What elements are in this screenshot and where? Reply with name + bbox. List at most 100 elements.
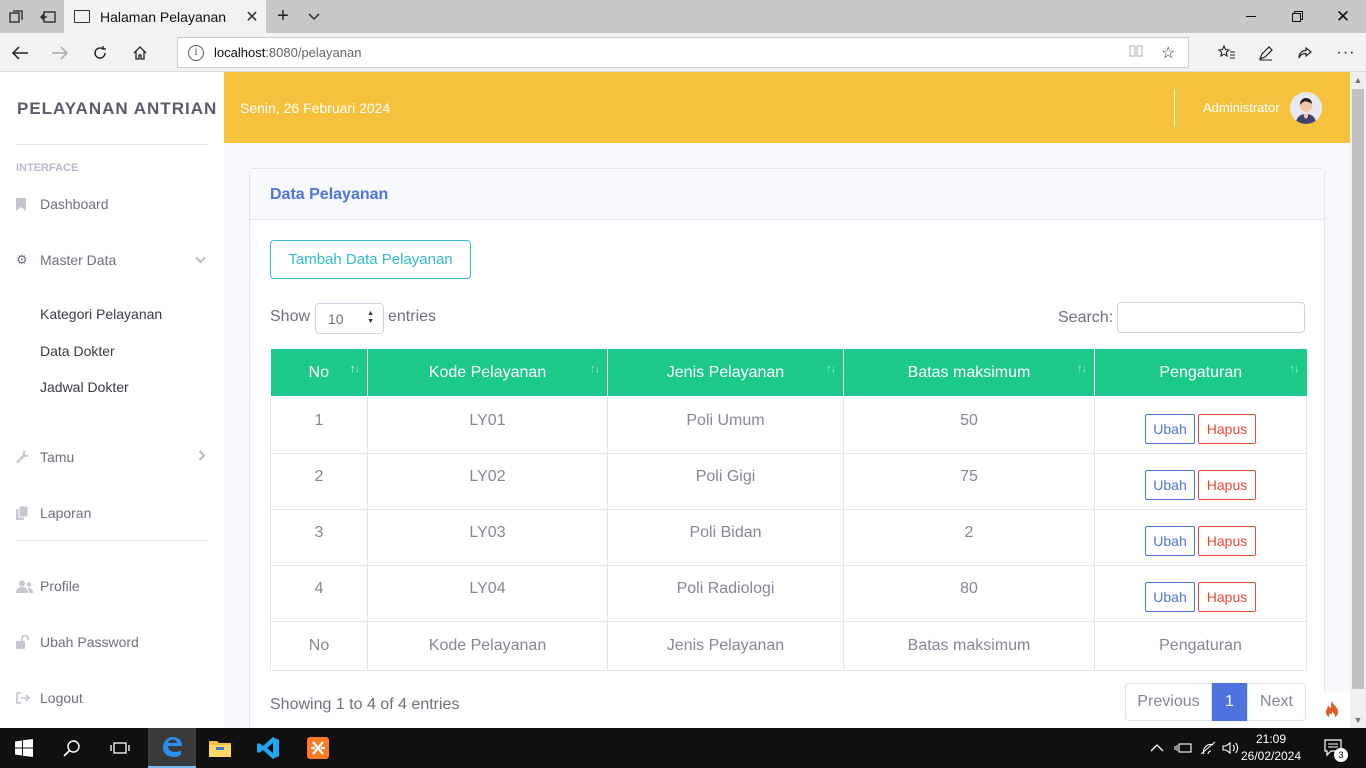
data-card: Data Pelayanan Tambah Data Pelayanan Sho…: [249, 168, 1325, 748]
edit-button[interactable]: Ubah: [1145, 526, 1195, 556]
sidebar-item-master-data[interactable]: ⚙ Master Data: [16, 248, 208, 272]
reading-view-icon[interactable]: [1128, 43, 1144, 64]
cell-actions: Ubah Hapus: [1094, 508, 1307, 566]
delete-button[interactable]: Hapus: [1198, 582, 1256, 612]
home-icon[interactable]: [120, 33, 160, 72]
scroll-down-icon[interactable]: ▼: [1350, 712, 1366, 728]
vscode-icon[interactable]: [244, 728, 292, 768]
favorites-icon[interactable]: [1207, 33, 1247, 72]
page-1-button[interactable]: 1: [1212, 683, 1247, 721]
pelayanan-table: No ↑↓ Kode Pelayanan ↑↓ Jenis Pelayanan ↑↓ …: [270, 349, 1307, 671]
cell-jenis: Poli Gigi: [607, 452, 844, 510]
edit-button[interactable]: Ubah: [1145, 470, 1195, 500]
sidebar-subitem-jadwal[interactable]: Jadwal Dokter: [40, 379, 129, 395]
sidebar-item-laporan[interactable]: Laporan: [16, 501, 208, 525]
sidebar: PELAYANAN ANTRIAN INTERFACE Dashboard ⚙ …: [0, 72, 224, 728]
table-row: 2 LY02 Poli Gigi 75 Ubah Hapus: [270, 452, 1307, 510]
sidebar-item-label: Master Data: [40, 252, 117, 268]
site-info-icon[interactable]: i: [188, 44, 204, 61]
tab-actions-icon[interactable]: [0, 0, 32, 33]
address-input[interactable]: i localhost:8080/pelayanan ☆: [177, 37, 1189, 68]
tab-list-chevron-icon[interactable]: [298, 0, 330, 33]
tab-active[interactable]: Halaman Pelayanan ✕: [64, 0, 266, 33]
scrollbar-thumb[interactable]: [1352, 89, 1364, 689]
sidebar-item-logout[interactable]: Logout: [16, 686, 208, 710]
sort-icon: ↑↓: [1077, 363, 1087, 375]
share-icon[interactable]: [1285, 33, 1325, 72]
sidebar-item-ubah-password[interactable]: Ubah Password: [16, 630, 208, 654]
cell-actions: Ubah Hapus: [1094, 396, 1307, 454]
edit-button[interactable]: Ubah: [1145, 414, 1195, 445]
column-header-jenis[interactable]: Jenis Pelayanan ↑↓: [607, 349, 844, 398]
user-name[interactable]: Administrator: [1203, 100, 1280, 115]
sidebar-item-tamu[interactable]: Tamu: [16, 445, 208, 469]
header-label: Jenis Pelayanan: [666, 363, 785, 381]
column-header-batas[interactable]: Batas maksimum ↑↓: [843, 349, 1095, 398]
show-label: Show: [270, 308, 311, 325]
web-note-icon[interactable]: [1246, 33, 1286, 72]
edit-button[interactable]: Ubah: [1145, 582, 1195, 612]
task-view-icon[interactable]: [96, 728, 144, 768]
delete-button[interactable]: Hapus: [1198, 470, 1256, 500]
search-icon[interactable]: [48, 728, 96, 768]
set-tabs-aside-icon[interactable]: [32, 0, 64, 33]
sort-icon: ↑↓: [1289, 363, 1300, 375]
card-header: Data Pelayanan: [250, 169, 1324, 220]
entries-label: entries: [388, 308, 437, 325]
file-explorer-icon[interactable]: [196, 728, 244, 768]
sidebar-item-label: Dashboard: [40, 196, 109, 212]
footer-batas: Batas maksimum: [843, 620, 1095, 671]
refresh-icon[interactable]: [80, 33, 120, 72]
minimize-icon[interactable]: [1228, 0, 1274, 33]
delete-button[interactable]: Hapus: [1198, 526, 1256, 556]
search-input[interactable]: [1117, 302, 1305, 333]
edge-browser-icon[interactable]: [148, 728, 196, 768]
avatar[interactable]: [1290, 92, 1322, 124]
page-length-select[interactable]: 10 ▲ ▼: [315, 303, 384, 334]
taskbar-clock[interactable]: 21:09 26/02/2024: [1232, 731, 1310, 765]
battery-icon[interactable]: [1174, 728, 1192, 768]
sidebar-subitem-dokter[interactable]: Data Dokter: [40, 343, 115, 359]
column-header-no[interactable]: No ↑↓: [270, 349, 368, 398]
close-tab-icon[interactable]: ✕: [238, 7, 266, 27]
sidebar-item-dashboard[interactable]: Dashboard: [16, 192, 208, 216]
start-windows-icon[interactable]: [0, 728, 48, 768]
sidebar-divider: [16, 540, 208, 541]
next-page-button[interactable]: Next: [1247, 683, 1306, 721]
show-hidden-icons-icon[interactable]: [1150, 728, 1164, 768]
search-label: Search:: [1058, 309, 1114, 326]
delete-button[interactable]: Hapus: [1198, 414, 1256, 445]
sidebar-item-label: Tamu: [40, 449, 75, 465]
column-header-kode[interactable]: Kode Pelayanan ↑↓: [367, 349, 608, 398]
forward-icon[interactable]: [40, 33, 80, 72]
users-icon: [16, 580, 34, 593]
more-menu-icon[interactable]: ···: [1326, 33, 1366, 72]
scroll-up-icon[interactable]: ▲: [1350, 72, 1366, 88]
add-pelayanan-button[interactable]: Tambah Data Pelayanan: [270, 240, 471, 279]
wifi-icon[interactable]: [1200, 728, 1216, 768]
restore-icon[interactable]: [1274, 0, 1320, 33]
table-info: Showing 1 to 4 of 4 entries: [270, 696, 460, 713]
notification-center-icon[interactable]: 3: [1324, 728, 1348, 768]
xampp-icon[interactable]: [294, 728, 342, 768]
column-header-pengaturan[interactable]: Pengaturan ↑↓: [1094, 349, 1307, 398]
back-icon[interactable]: [0, 33, 40, 72]
sidebar-brand[interactable]: PELAYANAN ANTRIAN: [17, 99, 217, 119]
favorite-star-icon[interactable]: ☆: [1161, 43, 1175, 63]
close-window-icon[interactable]: ✕: [1320, 0, 1366, 33]
sidebar-subitem-kategori[interactable]: Kategori Pelayanan: [40, 306, 162, 322]
url-host: localhost: [214, 45, 266, 60]
cell-jenis: Poli Umum: [607, 396, 844, 454]
table-row: 3 LY03 Poli Bidan 2 Ubah Hapus: [270, 508, 1307, 566]
previous-page-button[interactable]: Previous: [1125, 683, 1212, 721]
sort-icon: ↑↓: [590, 363, 600, 375]
header-label: No: [308, 363, 329, 381]
fire-icon[interactable]: [1314, 692, 1350, 728]
browser-address-bar: i localhost:8080/pelayanan ☆ ···: [0, 33, 1366, 72]
cell-kode: LY03: [367, 508, 608, 566]
vertical-scrollbar[interactable]: ▲ ▼: [1350, 72, 1366, 728]
header-label: Pengaturan: [1159, 363, 1243, 381]
new-tab-icon[interactable]: +: [267, 0, 299, 33]
sidebar-item-label: Laporan: [40, 505, 92, 521]
sidebar-item-profile[interactable]: Profile: [16, 574, 208, 598]
